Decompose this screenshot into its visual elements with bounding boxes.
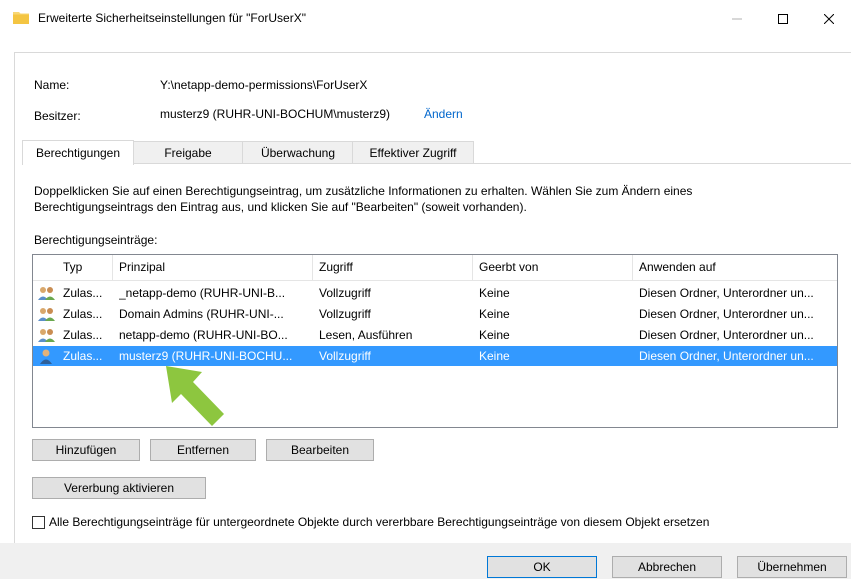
row-principal: Domain Admins (RUHR-UNI-... [119,307,284,321]
column-principal[interactable]: Prinzipal [113,255,313,280]
window-title: Erweiterte Sicherheitseinstellungen für … [38,11,306,25]
row-type: Zulas... [63,328,103,342]
row-access: Vollzugriff [319,307,371,321]
column-inherited-from[interactable]: Geerbt von [473,255,633,280]
close-icon[interactable] [806,0,851,38]
cancel-button[interactable]: Abbrechen [612,556,722,578]
tab-sharing[interactable]: Freigabe [132,141,244,164]
tab-auditing[interactable]: Überwachung [242,141,354,164]
column-type[interactable]: Typ [57,255,113,280]
owner-value: musterz9 (RUHR-UNI-BOCHUM\musterz9) [160,107,391,121]
permission-entries-list[interactable]: Typ Prinzipal Zugriff Geerbt von Anwende… [32,254,838,428]
name-value: Y:\netapp-demo-permissions\ForUserX [160,78,368,92]
row-type: Zulas... [63,307,103,321]
tab-effective-access[interactable]: Effektiver Zugriff [352,141,474,164]
column-applies-to[interactable]: Anwenden auf [633,255,837,280]
row-applies-to: Diesen Ordner, Unterordner un... [639,328,814,342]
entries-label: Berechtigungseinträge: [34,233,158,247]
annotation-arrow [166,366,224,426]
single-user-icon [40,349,52,364]
maximize-icon[interactable] [760,0,806,38]
instructions-text: Doppelklicken Sie auf einen Berechtigung… [34,184,693,214]
row-inherited-from: Keine [479,307,510,321]
row-inherited-from: Keine [479,328,510,342]
dialog-footer: OK Abbrechen Übernehmen [0,543,851,579]
tab-divider [22,163,851,164]
tab-permissions[interactable]: Berechtigungen [22,140,134,165]
list-header: Typ Prinzipal Zugriff Geerbt von Anwende… [33,255,837,281]
enable-inheritance-button[interactable]: Vererbung aktivieren [32,477,206,499]
edit-button[interactable]: Bearbeiten [266,439,374,461]
row-applies-to: Diesen Ordner, Unterordner un... [639,286,814,300]
row-access: Vollzugriff [319,349,371,363]
group-users-icon [38,308,55,321]
owner-label: Besitzer: [34,109,81,123]
table-row-selected[interactable]: Zulas... musterz9 (RUHR-UNI-BOCHU... Vol… [33,346,837,366]
table-row[interactable]: Zulas... Domain Admins (RUHR-UNI-... Vol… [33,304,837,324]
table-row[interactable]: Zulas... netapp-demo (RUHR-UNI-BO... Les… [33,325,837,345]
row-inherited-from: Keine [479,349,510,363]
table-row[interactable]: Zulas... _netapp-demo (RUHR-UNI-B... Vol… [33,283,837,303]
row-inherited-from: Keine [479,286,510,300]
row-principal: _netapp-demo (RUHR-UNI-B... [119,286,286,300]
row-applies-to: Diesen Ordner, Unterordner un... [639,349,814,363]
column-access[interactable]: Zugriff [313,255,473,280]
group-users-icon [38,329,55,342]
minimize-icon[interactable] [714,0,760,38]
replace-child-permissions-label[interactable]: Alle Berechtigungseinträge für untergeor… [49,515,709,529]
change-owner-link[interactable]: Ändern [424,107,463,121]
column-icon [33,255,57,280]
add-button[interactable]: Hinzufügen [32,439,140,461]
tab-bar: Berechtigungen Freigabe Überwachung Effe… [22,140,851,165]
row-applies-to: Diesen Ordner, Unterordner un... [639,307,814,321]
row-type: Zulas... [63,349,103,363]
row-principal: netapp-demo (RUHR-UNI-BO... [119,328,288,342]
group-users-icon [38,287,55,300]
replace-child-permissions-checkbox[interactable] [32,516,45,529]
remove-button[interactable]: Entfernen [150,439,256,461]
row-access: Vollzugriff [319,286,371,300]
row-access: Lesen, Ausführen [319,328,413,342]
ok-button[interactable]: OK [487,556,597,578]
folder-icon [13,12,29,24]
apply-button[interactable]: Übernehmen [737,556,847,578]
name-label: Name: [34,78,70,92]
title-bar: Erweiterte Sicherheitseinstellungen für … [0,0,851,38]
row-type: Zulas... [63,286,103,300]
